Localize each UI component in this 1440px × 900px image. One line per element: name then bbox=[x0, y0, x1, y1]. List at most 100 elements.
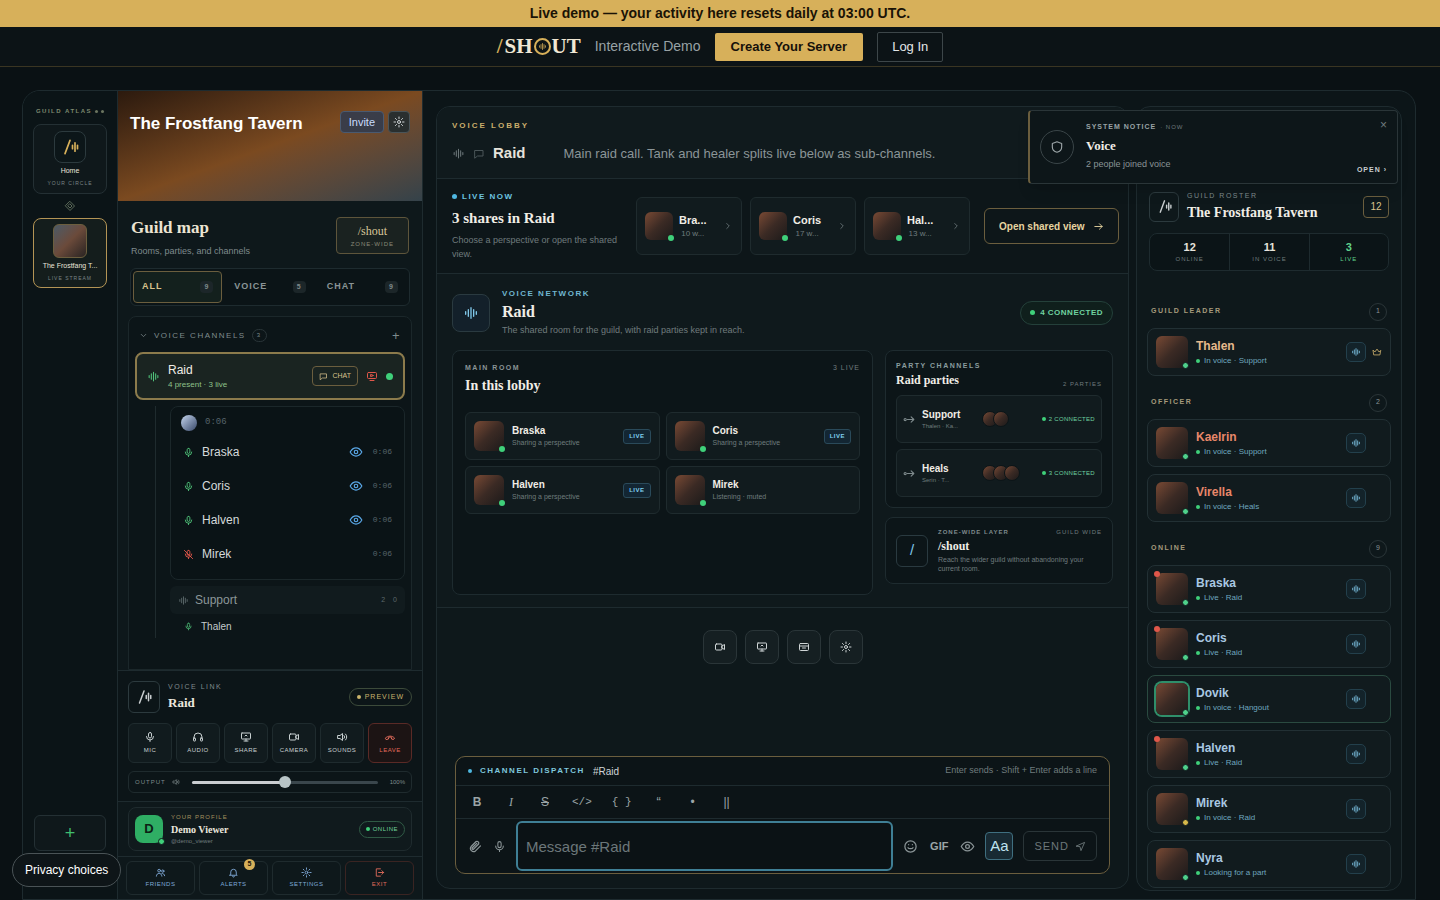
share-card[interactable]: Coris17 w... bbox=[750, 197, 856, 255]
format-button[interactable]: </> bbox=[572, 794, 592, 811]
share-card[interactable]: Hal...13 w... bbox=[864, 197, 970, 255]
nav-button[interactable]: ALERTS5 bbox=[199, 861, 268, 895]
voice-button[interactable] bbox=[1346, 488, 1366, 508]
roster-member[interactable]: CorisLive · Raid bbox=[1147, 620, 1391, 668]
filter-tab[interactable]: ALL9 bbox=[133, 271, 222, 303]
party-avatars bbox=[982, 411, 1009, 427]
preview-button[interactable] bbox=[960, 839, 975, 854]
member-row[interactable]: Coris0:06 bbox=[179, 469, 396, 503]
nav-button[interactable]: SETTINGS bbox=[272, 861, 341, 895]
filter-tab[interactable]: CHAT9 bbox=[318, 271, 407, 303]
expand-toggle[interactable] bbox=[139, 331, 148, 340]
voice-note-button[interactable] bbox=[493, 840, 506, 853]
format-button[interactable]: B bbox=[470, 793, 484, 811]
chat-button[interactable]: CHAT bbox=[312, 366, 358, 386]
member-card[interactable]: HalvenSharing a perspectiveLIVE bbox=[465, 466, 660, 514]
voice-control[interactable]: AUDIO bbox=[176, 723, 220, 763]
mic-state bbox=[183, 447, 194, 458]
roster-member[interactable]: VirellaIn voice · Heals bbox=[1147, 474, 1391, 522]
roster-member[interactable]: DovikIn voice · Hangout bbox=[1147, 675, 1391, 723]
voice-control[interactable]: CAMERA bbox=[272, 723, 316, 763]
zone-text: ZONE-WIDE LAYERGUILD WIDE/shoutReach the… bbox=[938, 528, 1102, 573]
voice-button[interactable] bbox=[1346, 634, 1366, 654]
add-channel[interactable]: + bbox=[392, 329, 401, 342]
voice-control[interactable]: LEAVE bbox=[368, 723, 412, 763]
format-button[interactable]: “ bbox=[652, 792, 666, 812]
output-slider[interactable] bbox=[192, 781, 378, 784]
nav-button[interactable]: FRIENDS bbox=[126, 861, 195, 895]
filter-tab[interactable]: VOICE5 bbox=[225, 271, 314, 303]
gif-button[interactable]: GIF bbox=[928, 838, 950, 855]
message-input[interactable] bbox=[516, 821, 893, 871]
format-button[interactable]: • bbox=[686, 793, 700, 811]
roster-member[interactable]: NyraLooking for a part bbox=[1147, 840, 1391, 888]
avatar bbox=[474, 421, 504, 451]
font-toggle[interactable]: Aa bbox=[985, 832, 1013, 860]
party-row[interactable]: SupportThalen · Ka...2 CONNECTED bbox=[896, 395, 1102, 443]
voice-button[interactable] bbox=[1346, 579, 1366, 599]
roster-member[interactable]: MirekIn voice · Raid bbox=[1147, 785, 1391, 833]
settings-button[interactable] bbox=[388, 111, 410, 133]
attach-button[interactable] bbox=[468, 839, 483, 854]
roster-member[interactable]: BraskaLive · Raid bbox=[1147, 565, 1391, 613]
nav-button[interactable]: EXIT bbox=[345, 861, 414, 895]
format-button[interactable]: || bbox=[720, 793, 734, 811]
voice-button[interactable] bbox=[1346, 744, 1366, 764]
call-control[interactable] bbox=[745, 630, 779, 664]
member-row[interactable]: Halven0:06 bbox=[179, 503, 396, 537]
profile-card[interactable]: DYOUR PROFILEDemo Viewer@demo_viewerONLI… bbox=[128, 807, 412, 851]
voice-control[interactable]: SHARE bbox=[224, 723, 268, 763]
emoji-icon bbox=[903, 839, 918, 854]
emoji-button[interactable] bbox=[903, 839, 918, 854]
voice-button[interactable] bbox=[1346, 689, 1366, 709]
privacy-button[interactable]: Privacy choices bbox=[12, 853, 121, 887]
member-card[interactable]: MirekListening · muted bbox=[666, 466, 861, 514]
member-card[interactable]: CorisSharing a perspectiveLIVE bbox=[666, 412, 861, 460]
invite-button[interactable]: Invite bbox=[340, 111, 384, 133]
member-name: Mirek bbox=[1196, 794, 1255, 812]
format-button[interactable]: I bbox=[504, 793, 518, 811]
format-button[interactable]: { } bbox=[612, 794, 632, 811]
format-button[interactable]: S bbox=[538, 793, 552, 811]
voice-button[interactable] bbox=[1346, 433, 1366, 453]
voice-control[interactable]: MIC bbox=[128, 723, 172, 763]
member-card[interactable]: BraskaSharing a perspectiveLIVE bbox=[465, 412, 660, 460]
call-control[interactable] bbox=[703, 630, 737, 664]
open-button[interactable]: OPEN › bbox=[1357, 165, 1387, 176]
member-row[interactable]: Thalen bbox=[170, 614, 405, 638]
zone-icon-text: / bbox=[910, 539, 914, 562]
system-notice[interactable]: SYSTEM NOTICE· NOWVoice2 people joined v… bbox=[1028, 110, 1398, 184]
member-row[interactable]: Mirek0:06 bbox=[179, 537, 396, 571]
voice-button[interactable] bbox=[1346, 342, 1366, 362]
close-button[interactable]: × bbox=[1380, 119, 1387, 131]
subchannel-row[interactable]: Support20 bbox=[170, 586, 405, 614]
create-server-button[interactable]: Create Your Server bbox=[715, 33, 864, 61]
add-server-button[interactable]: + bbox=[34, 815, 106, 851]
share-card[interactable]: Bra...10 w... bbox=[636, 197, 742, 255]
gear-icon bbox=[840, 641, 852, 653]
rail-item[interactable]: HomeYOUR CIRCLE bbox=[33, 124, 107, 194]
call-control[interactable] bbox=[787, 630, 821, 664]
zone-layer[interactable]: / ZONE-WIDE LAYERGUILD WIDE/shoutReach th… bbox=[885, 517, 1113, 584]
roster-member[interactable]: HalvenLive · Raid bbox=[1147, 730, 1391, 778]
party-row[interactable]: HealsSerin · T...3 CONNECTED bbox=[896, 449, 1102, 497]
member-row[interactable]: Braska0:06 bbox=[179, 435, 396, 469]
login-button[interactable]: Log In bbox=[877, 32, 943, 62]
voice-button[interactable] bbox=[1346, 799, 1366, 819]
logo[interactable]: /SHUT bbox=[497, 36, 581, 57]
send-button[interactable]: SEND bbox=[1023, 831, 1097, 861]
voice-button[interactable] bbox=[1346, 854, 1366, 874]
roster-member[interactable]: KaelrinIn voice · Support bbox=[1147, 419, 1391, 467]
shout-button[interactable]: /shoutZONE-WIDE bbox=[336, 217, 409, 254]
stat-value: 3 bbox=[1346, 239, 1352, 256]
chevron-icon bbox=[723, 221, 733, 231]
voice-control[interactable]: SOUNDS bbox=[320, 723, 364, 763]
open-shared-view-button[interactable]: Open shared view bbox=[984, 208, 1119, 244]
member-status: Live · Raid bbox=[1196, 592, 1242, 604]
rail-item[interactable]: The Frostfang T...LIVE STREAM bbox=[33, 218, 107, 288]
nav-kind bbox=[228, 867, 239, 878]
call-control[interactable] bbox=[829, 630, 863, 664]
channel-row[interactable]: Raid4 present · 3 liveCHAT bbox=[135, 352, 405, 400]
roster-member[interactable]: ThalenIn voice · Support bbox=[1147, 328, 1391, 376]
slider-knob[interactable] bbox=[279, 776, 291, 788]
